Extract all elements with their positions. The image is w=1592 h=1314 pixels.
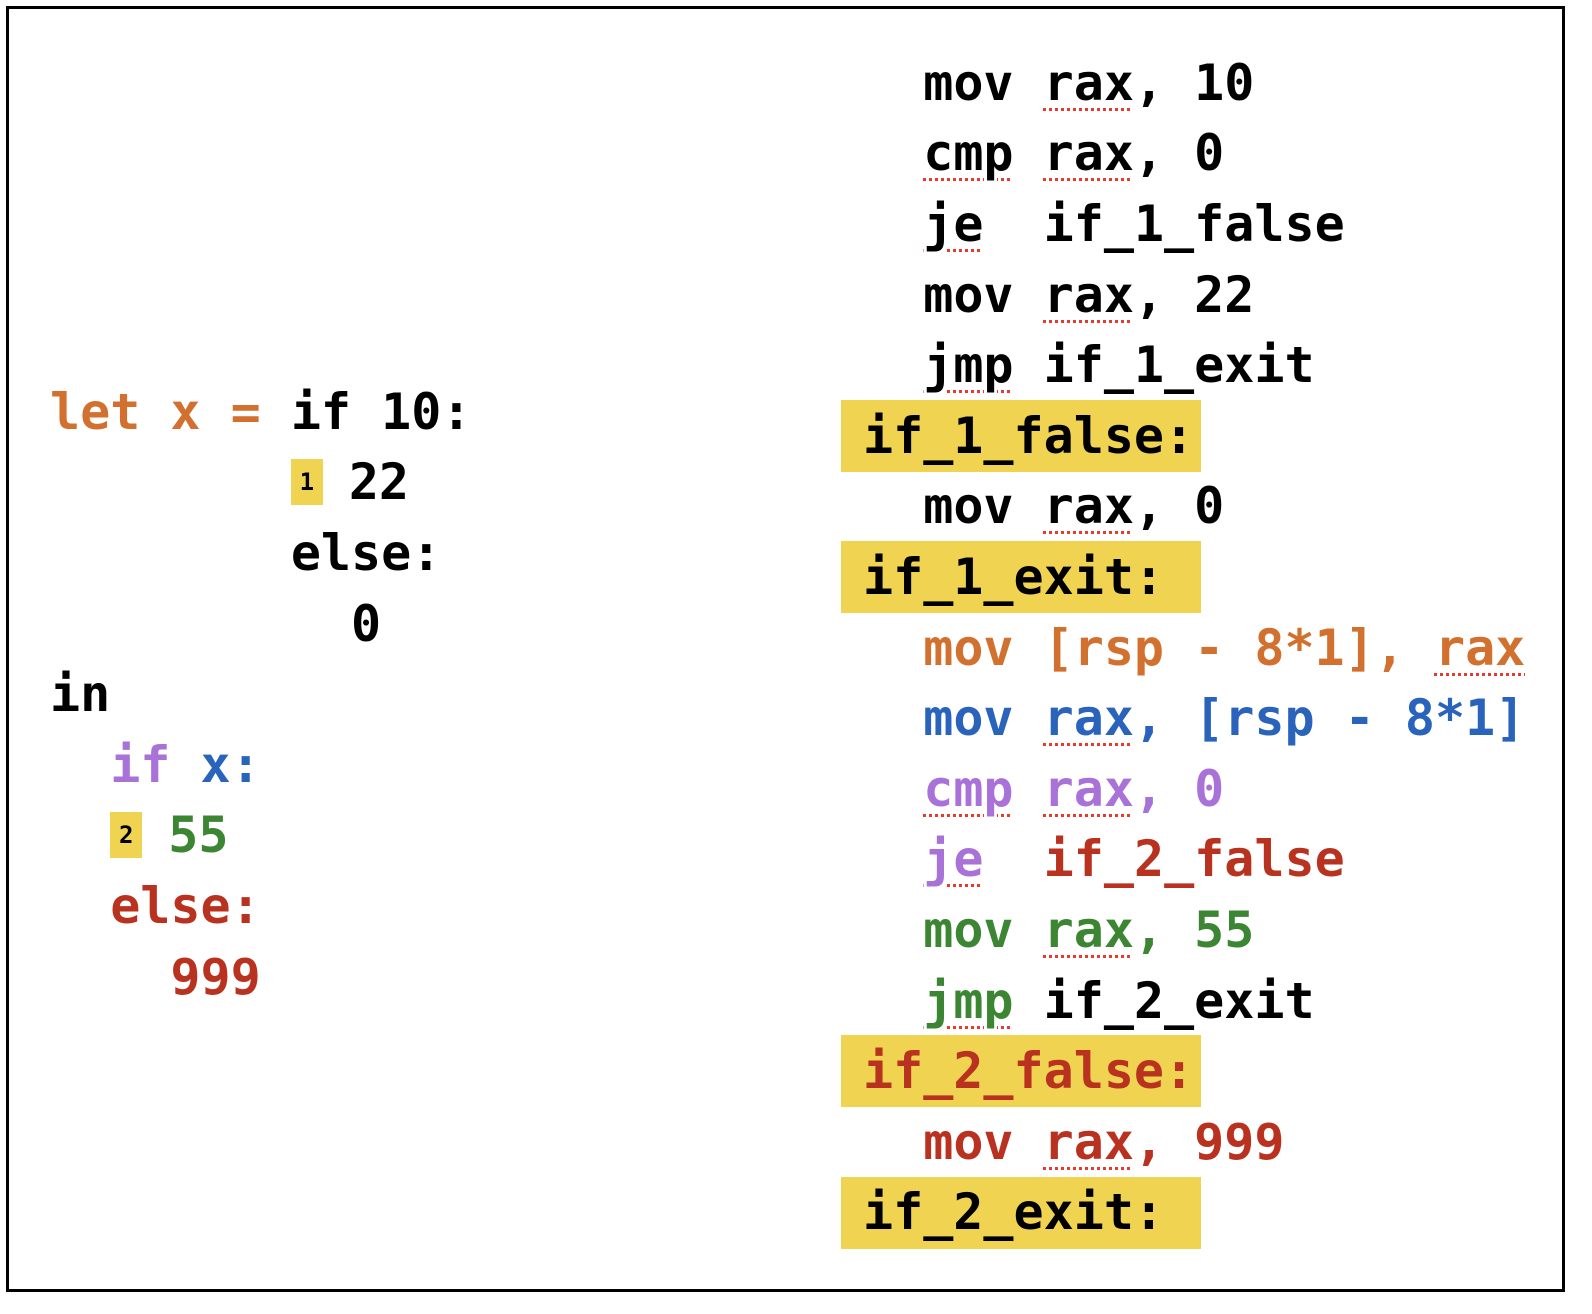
asm-instruction: mov [rsp - 8*1], rax	[863, 613, 1525, 684]
asm-token: rax	[1043, 124, 1134, 183]
asm-token: , 10	[1133, 53, 1255, 112]
asm-token: jmp	[923, 336, 1014, 395]
asm-token: je	[923, 194, 984, 253]
asm-token: , 22	[1133, 265, 1255, 324]
asm-token: mov	[923, 1112, 1044, 1171]
asm-label: if_2_false:	[863, 1036, 1194, 1107]
asm-token: , 999	[1133, 1112, 1285, 1171]
asm-token	[863, 760, 923, 818]
asm-token: mov [rsp - 8*1],	[923, 618, 1435, 677]
asm-token: mov	[923, 689, 1044, 748]
asm-token: if_1_exit	[1013, 336, 1315, 395]
asm-token: if_1_false	[983, 194, 1345, 253]
asm-instruction: mov rax, 10	[863, 48, 1254, 119]
asm-token: if_2_false:	[863, 1042, 1195, 1101]
asm-token: rax	[1043, 53, 1134, 112]
asm-token: cmp	[923, 759, 1014, 818]
code-token: x:	[200, 735, 261, 794]
code-token: else:	[50, 523, 442, 582]
source-line: 1 22	[50, 447, 409, 518]
code-token: 22	[348, 453, 410, 512]
source-line: else:	[50, 518, 442, 589]
code-token: 999	[50, 947, 261, 1006]
code-token: if	[50, 735, 201, 794]
asm-instruction: cmp rax, 0	[863, 118, 1224, 189]
asm-token	[983, 830, 1043, 888]
asm-token: mov	[923, 900, 1044, 959]
asm-token: rax	[1043, 477, 1134, 536]
asm-token: jmp	[923, 971, 1014, 1030]
asm-token	[1014, 124, 1044, 182]
asm-token	[863, 1113, 923, 1171]
asm-token: rax	[1434, 618, 1526, 677]
asm-token	[863, 477, 923, 535]
asm-token: je	[923, 830, 984, 889]
asm-instruction: mov rax, 22	[863, 260, 1254, 331]
asm-token: if_2_false	[1043, 830, 1345, 889]
asm-token	[863, 336, 923, 394]
source-line: in	[50, 659, 110, 730]
asm-token: mov	[923, 53, 1044, 112]
asm-token	[863, 266, 923, 324]
asm-token: rax	[1043, 265, 1134, 324]
source-line: 2 55	[50, 800, 228, 871]
asm-token: , 0	[1133, 759, 1225, 818]
asm-token	[863, 54, 923, 112]
asm-instruction: jmp if_1_exit	[863, 330, 1315, 401]
asm-token	[863, 124, 923, 182]
source-line: 999	[50, 942, 261, 1013]
source-line: if x:	[50, 730, 261, 801]
asm-instruction: je if_2_false	[863, 824, 1345, 895]
asm-instruction: mov rax, [rsp - 8*1]	[863, 683, 1525, 754]
asm-instruction: mov rax, 55	[863, 895, 1254, 966]
asm-token	[863, 901, 923, 959]
asm-token: mov	[923, 477, 1044, 536]
case-badge: 1	[290, 458, 323, 505]
case-badge: 2	[110, 811, 143, 858]
asm-token	[863, 689, 923, 747]
asm-label: if_2_exit:	[863, 1177, 1164, 1248]
asm-instruction: mov rax, 999	[863, 1107, 1284, 1178]
asm-instruction: mov rax, 0	[863, 471, 1224, 542]
source-line: else:	[50, 871, 261, 942]
asm-token: rax	[1043, 759, 1134, 818]
code-token: 55	[168, 806, 229, 865]
asm-instruction: jmp if_2_exit	[863, 966, 1315, 1037]
asm-token: , 0	[1133, 477, 1225, 536]
asm-token: , [rsp - 8*1]	[1133, 689, 1526, 748]
asm-token: rax	[1043, 1112, 1134, 1171]
code-token: 0	[50, 594, 382, 653]
asm-token: rax	[1043, 689, 1134, 748]
asm-token	[1014, 760, 1044, 818]
asm-token	[863, 830, 923, 888]
source-line: 0	[50, 589, 381, 660]
code-token: let x =	[50, 382, 291, 441]
source-line: let x = if 10:	[50, 377, 471, 448]
asm-instruction: cmp rax, 0	[863, 754, 1224, 825]
asm-token: , 0	[1133, 124, 1225, 183]
asm-token	[863, 972, 923, 1030]
asm-token: if_2_exit	[1043, 971, 1315, 1030]
asm-token: if_1_exit:	[863, 547, 1165, 606]
asm-label: if_1_exit:	[863, 542, 1164, 613]
code-token: if 10:	[290, 382, 472, 441]
asm-token: , 55	[1133, 900, 1255, 959]
asm-token	[863, 619, 923, 677]
code-token: else:	[50, 876, 261, 935]
asm-token: mov	[923, 265, 1044, 324]
asm-token: rax	[1043, 900, 1134, 959]
code-token: in	[50, 665, 111, 724]
asm-token	[863, 195, 923, 253]
asm-token: cmp	[923, 124, 1014, 183]
asm-instruction: je if_1_false	[863, 189, 1345, 260]
asm-token	[1014, 972, 1044, 1030]
asm-token: if_1_false:	[863, 406, 1195, 465]
asm-token: if_2_exit:	[863, 1183, 1165, 1242]
asm-label: if_1_false:	[863, 401, 1194, 472]
